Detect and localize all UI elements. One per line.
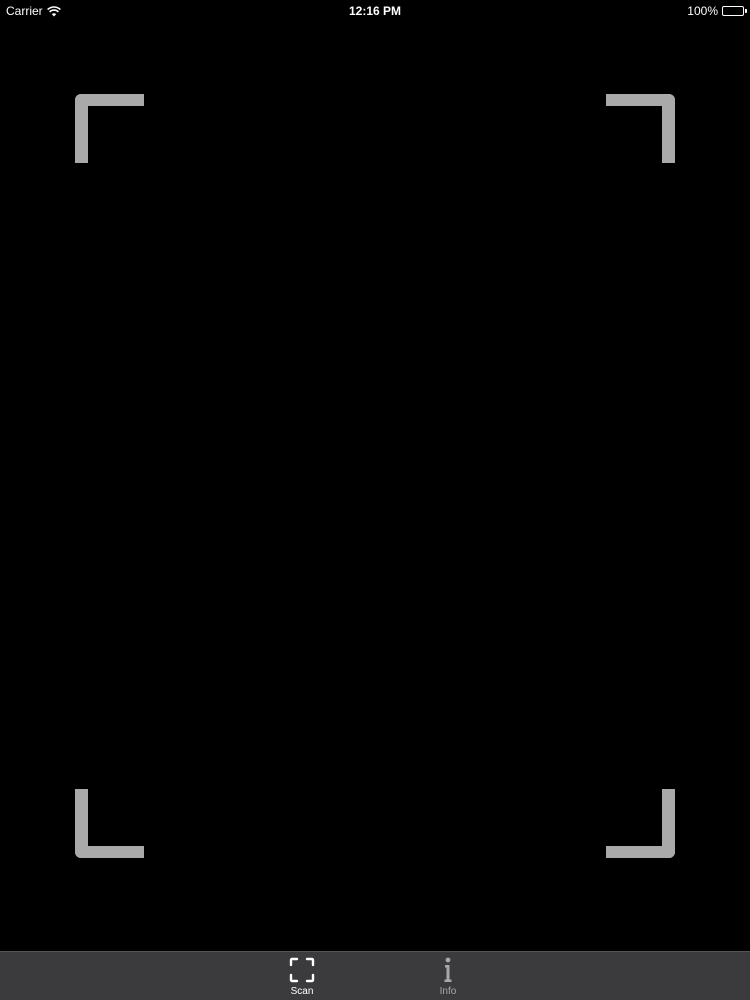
scan-frame-corner-top-right: [606, 94, 675, 163]
scan-frame-corner-bottom-right: [606, 789, 675, 858]
tab-bar: Scan Info: [0, 951, 750, 1000]
status-right: 100%: [687, 4, 747, 18]
scan-icon: [289, 957, 315, 983]
tab-scan[interactable]: Scan: [272, 956, 332, 1000]
scan-frame-corner-top-left: [75, 94, 144, 163]
tab-info-label: Info: [439, 986, 457, 997]
battery-icon: [722, 6, 747, 16]
info-icon: [444, 957, 452, 982]
battery-percentage: 100%: [687, 4, 718, 18]
status-bar: Carrier 12:16 PM 100%: [0, 0, 750, 22]
battery-tip: [745, 9, 747, 13]
status-time: 12:16 PM: [348, 4, 402, 18]
tab-scan-label: Scan: [290, 986, 314, 997]
scan-frame-corner-bottom-left: [75, 789, 144, 858]
tab-info[interactable]: Info: [418, 956, 478, 1000]
scanner-screen: Carrier 12:16 PM 100% Scan Info: [0, 0, 750, 1000]
